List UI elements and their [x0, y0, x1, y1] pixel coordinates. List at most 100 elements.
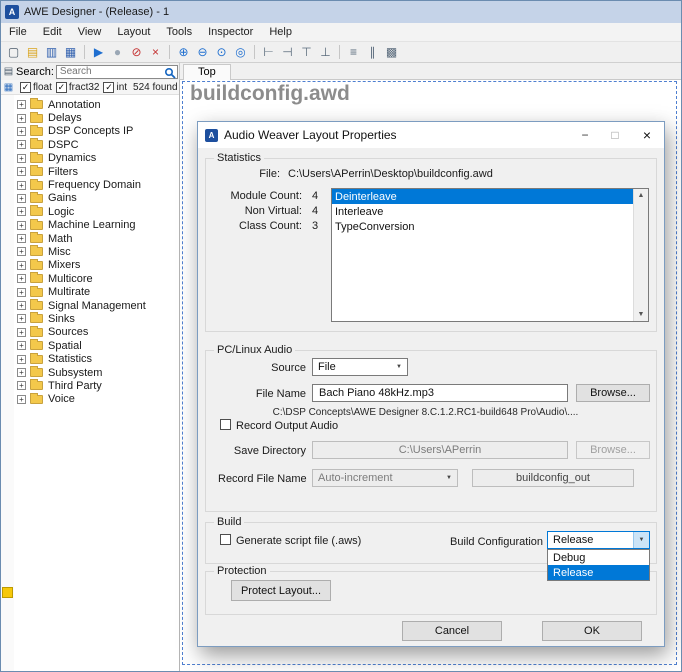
- generate-script-checkbox[interactable]: [220, 534, 231, 545]
- tree-item-subsystem[interactable]: +Subsystem: [14, 366, 179, 379]
- int-checkbox[interactable]: ✓: [103, 82, 114, 93]
- menu-view[interactable]: View: [70, 24, 110, 40]
- tree-item-spatial[interactable]: +Spatial: [14, 339, 179, 352]
- expand-icon[interactable]: +: [17, 194, 26, 203]
- tree-item-voice[interactable]: +Voice: [14, 393, 179, 406]
- list-item-typeconversion[interactable]: TypeConversion: [332, 219, 633, 234]
- tab-top[interactable]: Top: [183, 64, 231, 80]
- search-icon[interactable]: [164, 67, 176, 79]
- tree-item-dsp-concepts-ip[interactable]: +DSP Concepts IP: [14, 125, 179, 138]
- menu-inspector[interactable]: Inspector: [200, 24, 261, 40]
- grid-icon[interactable]: ▩: [383, 44, 400, 61]
- open-icon[interactable]: ▤: [24, 44, 41, 61]
- dropdown-option-debug[interactable]: Debug: [548, 550, 649, 565]
- distribute-v-icon[interactable]: ∥: [364, 44, 381, 61]
- fract32-checkbox[interactable]: ✓: [56, 82, 67, 93]
- file-name-input[interactable]: [312, 384, 568, 402]
- tree-item-dynamics[interactable]: +Dynamics: [14, 152, 179, 165]
- align-bottom-icon[interactable]: ⊥: [317, 44, 334, 61]
- zoom-in-icon[interactable]: ⊕: [175, 44, 192, 61]
- distribute-h-icon[interactable]: ≡: [345, 44, 362, 61]
- expand-icon[interactable]: +: [17, 301, 26, 310]
- align-left-icon[interactable]: ⊢: [260, 44, 277, 61]
- run-icon[interactable]: ▶: [90, 44, 107, 61]
- expand-icon[interactable]: +: [17, 140, 26, 149]
- source-combo[interactable]: File ▼: [312, 358, 408, 376]
- tree-item-mixers[interactable]: +Mixers: [14, 259, 179, 272]
- expand-icon[interactable]: +: [17, 341, 26, 350]
- ok-button[interactable]: OK: [542, 621, 642, 641]
- tree-item-logic[interactable]: +Logic: [14, 205, 179, 218]
- expand-icon[interactable]: +: [17, 368, 26, 377]
- tree-item-machine-learning[interactable]: +Machine Learning: [14, 219, 179, 232]
- maximize-button[interactable]: □: [600, 122, 630, 148]
- zoom-out-icon[interactable]: ⊖: [194, 44, 211, 61]
- float-checkbox[interactable]: ✓: [20, 82, 31, 93]
- protect-layout-button[interactable]: Protect Layout...: [231, 580, 331, 601]
- expand-icon[interactable]: +: [17, 261, 26, 270]
- tree-item-gains[interactable]: +Gains: [14, 192, 179, 205]
- cancel-button[interactable]: Cancel: [402, 621, 502, 641]
- menu-file[interactable]: File: [1, 24, 35, 40]
- expand-icon[interactable]: +: [17, 234, 26, 243]
- zoom-actual-icon[interactable]: ◎: [232, 44, 249, 61]
- save-all-icon[interactable]: ▦: [62, 44, 79, 61]
- minimize-button[interactable]: −: [570, 122, 600, 148]
- title-bar[interactable]: A AWE Designer - (Release) - 1: [1, 1, 681, 23]
- scroll-up-icon[interactable]: ▲: [634, 192, 648, 199]
- expand-icon[interactable]: +: [17, 167, 26, 176]
- tree-item-signal-management[interactable]: +Signal Management: [14, 299, 179, 312]
- tree-item-sinks[interactable]: +Sinks: [14, 312, 179, 325]
- expand-icon[interactable]: +: [17, 221, 26, 230]
- expand-icon[interactable]: +: [17, 288, 26, 297]
- expand-icon[interactable]: +: [17, 274, 26, 283]
- record-output-checkbox[interactable]: [220, 419, 231, 430]
- expand-icon[interactable]: +: [17, 314, 26, 323]
- tree-item-multirate[interactable]: +Multirate: [14, 285, 179, 298]
- expand-icon[interactable]: +: [17, 181, 26, 190]
- tree-item-delays[interactable]: +Delays: [14, 111, 179, 124]
- list-item-deinterleave[interactable]: Deinterleave: [332, 189, 633, 204]
- expand-icon[interactable]: +: [17, 154, 26, 163]
- listbox-scrollbar[interactable]: ▲ ▼: [633, 189, 648, 321]
- expand-icon[interactable]: +: [17, 207, 26, 216]
- dialog-title-bar[interactable]: A Audio Weaver Layout Properties − □ ×: [198, 122, 664, 148]
- expand-icon[interactable]: +: [17, 114, 26, 123]
- modules-panel-icon[interactable]: ▤: [3, 66, 14, 77]
- tree-item-statistics[interactable]: +Statistics: [14, 352, 179, 365]
- build-configuration-combo[interactable]: Release ▼: [547, 531, 650, 549]
- scroll-down-icon[interactable]: ▼: [634, 311, 648, 318]
- tree-item-filters[interactable]: +Filters: [14, 165, 179, 178]
- align-top-icon[interactable]: ⊤: [298, 44, 315, 61]
- tree-item-annotation[interactable]: +Annotation: [14, 98, 179, 111]
- expand-icon[interactable]: +: [17, 381, 26, 390]
- tree-item-third-party[interactable]: +Third Party: [14, 379, 179, 392]
- search-input[interactable]: [57, 66, 177, 78]
- tree-item-misc[interactable]: +Misc: [14, 245, 179, 258]
- tree-item-math[interactable]: +Math: [14, 232, 179, 245]
- module-class-listbox[interactable]: Deinterleave Interleave TypeConversion ▲…: [331, 188, 649, 322]
- expand-icon[interactable]: +: [17, 247, 26, 256]
- annotation-tool-icon[interactable]: [2, 587, 13, 598]
- tree-item-multicore[interactable]: +Multicore: [14, 272, 179, 285]
- menu-edit[interactable]: Edit: [35, 24, 70, 40]
- menu-tools[interactable]: Tools: [158, 24, 200, 40]
- filter-grid-icon[interactable]: ▦: [3, 82, 14, 93]
- pause-icon[interactable]: ●: [109, 44, 126, 61]
- menu-help[interactable]: Help: [261, 24, 300, 40]
- tree-item-frequency-domain[interactable]: +Frequency Domain: [14, 178, 179, 191]
- disconnect-icon[interactable]: ×: [147, 44, 164, 61]
- expand-icon[interactable]: +: [17, 100, 26, 109]
- tree-item-sources[interactable]: +Sources: [14, 326, 179, 339]
- file-browse-button[interactable]: Browse...: [576, 384, 650, 402]
- tree-item-dspc[interactable]: +DSPC: [14, 138, 179, 151]
- expand-icon[interactable]: +: [17, 328, 26, 337]
- save-icon[interactable]: ▥: [43, 44, 60, 61]
- list-item-interleave[interactable]: Interleave: [332, 204, 633, 219]
- new-icon[interactable]: ▢: [5, 44, 22, 61]
- close-icon[interactable]: ×: [630, 122, 664, 148]
- expand-icon[interactable]: +: [17, 355, 26, 364]
- dropdown-option-release[interactable]: Release: [548, 565, 649, 580]
- expand-icon[interactable]: +: [17, 395, 26, 404]
- menu-layout[interactable]: Layout: [109, 24, 158, 40]
